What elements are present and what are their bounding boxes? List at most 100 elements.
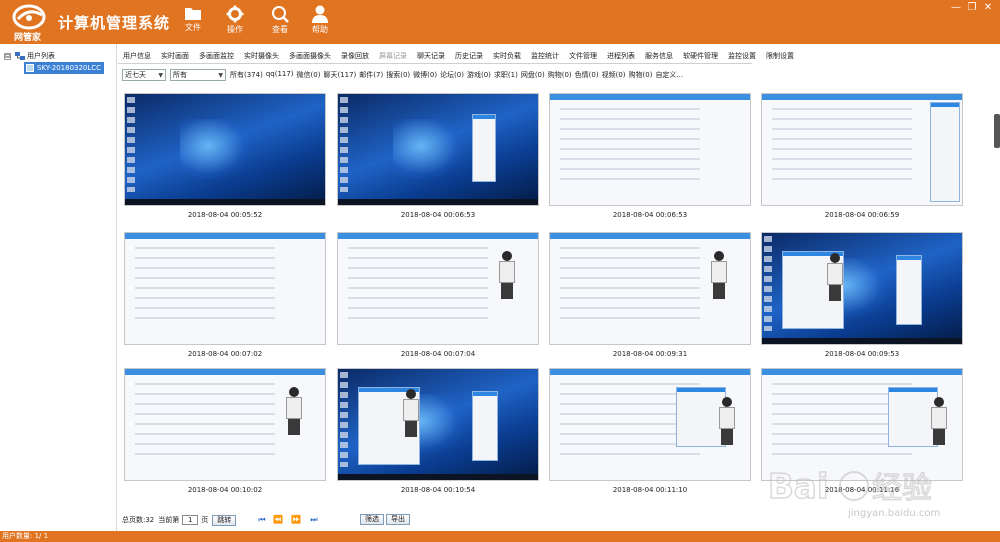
category-link[interactable]: 微博(0)	[413, 70, 437, 80]
screenshot-time: 2018-08-04 00:07:02	[187, 350, 263, 358]
period-select[interactable]: 近七天 ▼	[122, 69, 166, 81]
category-link[interactable]: 购物(0)	[548, 70, 572, 80]
category-link[interactable]: 色情(0)	[575, 70, 599, 80]
screenshot-card[interactable]: 2018-08-04 00:11:16	[761, 368, 963, 494]
tab-12[interactable]: 进程列表	[602, 51, 640, 61]
tab-14[interactable]: 软硬件管理	[678, 51, 723, 61]
tab-4[interactable]: 多画面摄像头	[284, 51, 336, 61]
app-title: 计算机管理系统	[58, 14, 171, 32]
tab-8[interactable]: 历史记录	[450, 51, 488, 61]
type-select[interactable]: 所有 ▼	[170, 69, 226, 81]
category-link[interactable]: 聊天(117)	[323, 70, 356, 80]
screenshot-card[interactable]: 2018-08-04 00:06:53	[549, 93, 751, 219]
window-bar	[473, 392, 497, 396]
window-titlebar	[550, 94, 750, 100]
desktop-icons	[764, 236, 772, 331]
screenshot-thumbnail[interactable]	[761, 93, 963, 206]
person-legs	[721, 429, 733, 445]
title-bar: 网管家 计算机管理系统 文件 操作 查看 帮助 — ❐ ✕	[0, 0, 1000, 44]
person-head	[934, 397, 944, 407]
tab-7[interactable]: 聊天记录	[412, 51, 450, 61]
screenshot-thumbnail[interactable]	[124, 93, 326, 206]
screenshot-thumbnail[interactable]	[761, 368, 963, 481]
tab-3[interactable]: 实时摄像头	[239, 51, 284, 61]
screenshot-thumbnail[interactable]	[337, 93, 539, 206]
screenshot-card[interactable]: 2018-08-04 00:07:04	[337, 232, 539, 358]
collapse-icon[interactable]: ⊟	[4, 52, 11, 60]
pager: 总页数:32 当前第 1 页 跳转	[122, 514, 237, 526]
page-number-input[interactable]: 1	[182, 515, 199, 525]
category-link[interactable]: 邮件(7)	[359, 70, 383, 80]
window-bar	[677, 388, 725, 392]
category-link[interactable]: 视频(0)	[602, 70, 626, 80]
category-link[interactable]: 微信(0)	[297, 70, 321, 80]
tab-2[interactable]: 多画面监控	[194, 51, 239, 61]
tab-0[interactable]: 用户信息	[118, 51, 156, 61]
screenshot-thumbnail[interactable]	[337, 232, 539, 345]
screenshot-card[interactable]: 2018-08-04 00:09:53	[761, 232, 963, 358]
screenshot-card[interactable]: 2018-08-04 00:05:52	[124, 93, 326, 219]
tab-6[interactable]: 屏幕记录	[374, 51, 412, 61]
category-link[interactable]: 网盘(0)	[521, 70, 545, 80]
screenshot-thumbnail[interactable]	[549, 368, 751, 481]
screenshot-time: 2018-08-04 00:09:53	[824, 350, 900, 358]
tab-10[interactable]: 监控统计	[526, 51, 564, 61]
category-link[interactable]: 求职(1)	[494, 70, 518, 80]
screenshot-thumbnail[interactable]	[549, 93, 751, 206]
category-link[interactable]: 论坛(0)	[440, 70, 464, 80]
chevron-down-icon: ▼	[218, 71, 223, 79]
tree-item-label: SKY-20180320LCC	[37, 64, 102, 72]
person-head	[289, 387, 299, 397]
filter-button[interactable]: 筛选	[360, 514, 384, 525]
category-link[interactable]: 购物(0)	[629, 70, 653, 80]
toolbar-file-button[interactable]: 文件	[175, 3, 211, 41]
screenshot-time: 2018-08-04 00:06:59	[824, 211, 900, 219]
person-legs	[405, 421, 417, 437]
last-page-icon[interactable]: ⏭	[309, 514, 319, 525]
toolbar-help-button[interactable]: 帮助	[302, 3, 338, 41]
category-link[interactable]: qq(117)	[266, 70, 294, 80]
tab-5[interactable]: 录像回放	[336, 51, 374, 61]
jump-button[interactable]: 跳转	[212, 514, 237, 526]
next-page-icon[interactable]: ⏩	[291, 514, 301, 525]
screenshot-thumbnail[interactable]	[549, 232, 751, 345]
screenshot-card[interactable]: 2018-08-04 00:11:10	[549, 368, 751, 494]
screenshot-thumbnail[interactable]	[124, 368, 326, 481]
category-link[interactable]: 自定义...	[655, 70, 683, 80]
tab-1[interactable]: 实时画面	[156, 51, 194, 61]
close-button[interactable]: ✕	[978, 2, 998, 14]
category-link[interactable]: 游戏(0)	[467, 70, 491, 80]
screenshot-thumbnail[interactable]	[337, 368, 539, 481]
tab-11[interactable]: 文件管理	[564, 51, 602, 61]
tree-item-computer[interactable]: SKY-20180320LCC	[24, 62, 105, 74]
toolbar-file-label: 文件	[185, 23, 201, 32]
category-link[interactable]: 所有(374)	[230, 70, 263, 80]
filter-row: 近七天 ▼ 所有 ▼ 所有(374) qq(117) 微信(0) 聊天(117) 邮件(…	[122, 68, 686, 82]
person-image	[498, 251, 516, 301]
tree-root[interactable]: ⊟ 用户列表	[4, 50, 55, 62]
screenshot-card[interactable]: 2018-08-04 00:06:59	[761, 93, 963, 219]
export-button[interactable]: 导出	[386, 514, 410, 525]
toolbar-operate-button[interactable]: 操作	[217, 3, 253, 41]
toolbar-view-button[interactable]: 查看	[262, 3, 298, 41]
person-legs	[288, 419, 300, 435]
tab-15[interactable]: 监控设置	[723, 51, 761, 61]
toolbar-view-label: 查看	[272, 25, 288, 34]
type-select-value: 所有	[173, 71, 187, 79]
screenshot-time: 2018-08-04 00:10:02	[187, 486, 263, 494]
prev-page-icon[interactable]: ⏪	[273, 514, 283, 525]
tab-13[interactable]: 服务信息	[640, 51, 678, 61]
side-handle[interactable]	[994, 114, 1000, 148]
tab-9[interactable]: 实时负载	[488, 51, 526, 61]
screenshot-card[interactable]: 2018-08-04 00:10:54	[337, 368, 539, 494]
screenshot-card[interactable]: 2018-08-04 00:10:02	[124, 368, 326, 494]
category-link[interactable]: 搜索(0)	[386, 70, 410, 80]
tab-16[interactable]: 限制设置	[761, 51, 799, 61]
content-lines	[772, 108, 912, 186]
screenshot-card[interactable]: 2018-08-04 00:06:53	[337, 93, 539, 219]
screenshot-thumbnail[interactable]	[761, 232, 963, 345]
screenshot-card[interactable]: 2018-08-04 00:09:31	[549, 232, 751, 358]
screenshot-thumbnail[interactable]	[124, 232, 326, 345]
first-page-icon[interactable]: ⏮	[257, 514, 267, 525]
screenshot-card[interactable]: 2018-08-04 00:07:02	[124, 232, 326, 358]
